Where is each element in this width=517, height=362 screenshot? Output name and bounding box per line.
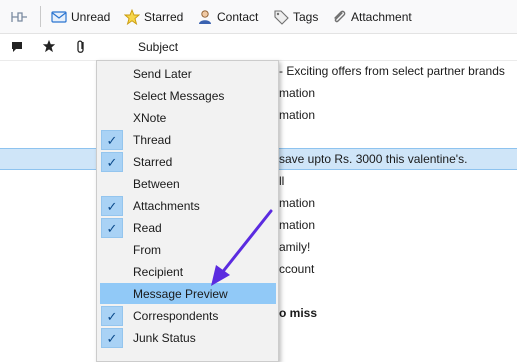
annotation-arrow	[211, 209, 273, 286]
